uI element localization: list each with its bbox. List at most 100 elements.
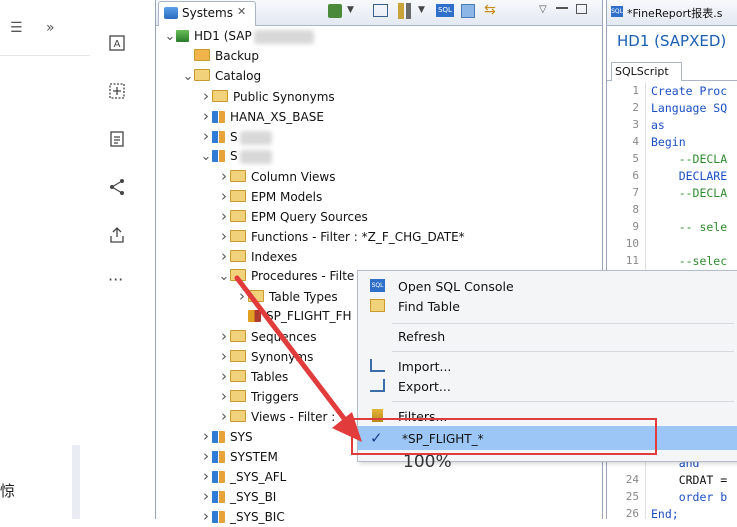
chevron-right-icon[interactable]: › <box>218 366 230 386</box>
add-box-icon[interactable] <box>108 82 126 100</box>
upload-icon[interactable] <box>108 226 126 244</box>
chevron-down-icon[interactable]: ⌄ <box>182 67 194 87</box>
tree-item[interactable]: › EPM Query Sources <box>218 206 368 226</box>
tree-item[interactable]: › Views - Filter : <box>218 406 335 426</box>
tree-item[interactable]: › _SYS_AFL <box>200 466 286 486</box>
chevron-right-icon[interactable]: › <box>200 486 212 506</box>
more-icon[interactable]: ··· <box>108 270 123 289</box>
link-icon[interactable]: ⇆ <box>484 2 496 18</box>
chevron-right-icon[interactable]: › <box>218 386 230 406</box>
tree-item[interactable]: ⌄ HD1 (SAP <box>164 26 314 46</box>
line-number: 1 <box>632 84 639 97</box>
text-box-icon[interactable]: A <box>108 34 126 52</box>
tree-item-label: Column Views <box>251 170 336 184</box>
left-strip: ☰ » 惊 <box>0 0 90 519</box>
menu-item[interactable]: SQL Open SQL Console <box>358 277 737 297</box>
chevron-down-icon[interactable]: ⌄ <box>200 147 212 167</box>
schema-icon <box>212 131 225 143</box>
code-line: --DECLA <box>651 152 728 166</box>
chevron-right-icon[interactable]: › <box>200 446 212 466</box>
menu-item[interactable]: Import... <box>358 357 737 377</box>
chevron-right-icon[interactable]: › <box>236 286 248 306</box>
tree-item[interactable]: › S <box>200 126 272 146</box>
chevron-down-icon[interactable]: ⌄ <box>164 27 176 47</box>
tree-item[interactable]: › Indexes <box>218 246 297 266</box>
view-menu-icon[interactable]: ▽ <box>539 4 547 15</box>
collapse-icon[interactable] <box>461 4 475 18</box>
chevron-right-icon[interactable]: › <box>218 246 230 266</box>
add-system-icon[interactable] <box>328 4 342 18</box>
tree-item-label: Procedures - Filte <box>251 269 355 283</box>
tree-item[interactable]: › Column Views <box>218 166 336 186</box>
menu-item[interactable]: Refresh <box>358 327 737 347</box>
chevron-right-icon[interactable]: › <box>200 86 212 106</box>
document-icon[interactable] <box>108 130 126 148</box>
tree-item[interactable]: Backup <box>182 46 259 66</box>
tree-item[interactable]: › SYS <box>200 426 253 446</box>
chevron-right-icon[interactable]: › <box>218 346 230 366</box>
chevron-right-icon[interactable]: › <box>200 126 212 146</box>
tree-item[interactable]: › Functions - Filter : *Z_F_CHG_DATE* <box>218 226 465 246</box>
tree-item-label: _SYS_AFL <box>230 470 287 484</box>
tree-item[interactable]: › EPM Models <box>218 186 322 206</box>
tree-item-label: SYS <box>230 430 253 444</box>
tree-item[interactable]: SP_FLIGHT_FH <box>236 306 352 326</box>
tools-icon-2 <box>406 3 411 19</box>
menu-item[interactable]: Export... <box>358 377 737 397</box>
tree-item-label: Table Types <box>269 290 338 304</box>
line-number: 10 <box>625 237 639 250</box>
folder-icon <box>230 230 246 242</box>
tree-item[interactable]: › SYSTEM <box>200 446 278 466</box>
folder-icon <box>230 350 246 362</box>
menu-item[interactable]: Find Table <box>358 297 737 317</box>
share-icon[interactable] <box>108 178 126 196</box>
tab-sqlscript[interactable]: SQLScript <box>611 62 682 81</box>
close-icon[interactable]: ✕ <box>237 5 246 18</box>
tools-icon[interactable] <box>398 3 404 19</box>
chevron-right-icon[interactable]: › <box>218 226 230 246</box>
tree-item[interactable]: › Triggers <box>218 386 299 406</box>
tree-item[interactable]: ⌄ S <box>200 146 272 166</box>
menu-item-label: Export... <box>398 379 451 394</box>
tree-item[interactable]: › Public Synonyms <box>200 86 335 106</box>
tree-item[interactable]: ⌄ Catalog <box>182 66 261 86</box>
chevron-right-icon[interactable]: › <box>218 206 230 226</box>
expand-icon[interactable]: » <box>46 20 55 36</box>
line-number: 7 <box>632 186 639 199</box>
chevron-down-icon[interactable]: ▼ <box>347 5 354 15</box>
zoom-percent: 100% <box>403 452 452 472</box>
chevron-down-icon[interactable]: ⌄ <box>218 267 230 287</box>
maximize-icon[interactable] <box>576 4 587 14</box>
monitor-icon[interactable] <box>373 4 388 17</box>
code-line: -- sele <box>651 220 728 234</box>
code-line: --DECLA <box>651 186 728 200</box>
editor-tab-label[interactable]: *FineReport报表.s <box>627 5 723 21</box>
schema-icon <box>212 511 225 523</box>
systems-header: Systems ✕ ▼ ▼ SQL ⇆ ▽ <box>156 0 602 26</box>
tree-item[interactable]: › _SYS_BI <box>200 486 276 506</box>
minimize-icon[interactable] <box>556 4 568 9</box>
chevron-right-icon[interactable]: › <box>218 406 230 426</box>
schema-icon <box>212 111 225 123</box>
tree-item[interactable]: › Table Types <box>236 286 338 306</box>
systems-tab[interactable]: Systems ✕ <box>158 1 256 26</box>
tree-item[interactable]: › _SYS_BIC <box>200 506 285 526</box>
sql-icon[interactable]: SQL <box>436 4 454 17</box>
chevron-down-icon[interactable]: ▼ <box>418 5 425 15</box>
chevron-right-icon[interactable]: › <box>200 466 212 486</box>
tree-item[interactable]: › HANA_XS_BASE <box>200 106 324 126</box>
tree-item[interactable]: › Tables <box>218 366 288 386</box>
folder-icon <box>230 190 246 202</box>
chevron-right-icon[interactable]: › <box>200 426 212 446</box>
chevron-right-icon[interactable]: › <box>200 106 212 126</box>
folder-icon <box>194 69 210 81</box>
chevron-right-icon[interactable]: › <box>218 166 230 186</box>
chevron-right-icon[interactable]: › <box>200 506 212 526</box>
list-icon[interactable]: ☰ <box>10 20 23 36</box>
tree-item[interactable]: › Synonyms <box>218 346 313 366</box>
chevron-right-icon[interactable]: › <box>218 326 230 346</box>
tree-item[interactable]: ⌄ Procedures - Filte <box>218 266 354 286</box>
schema-icon <box>212 451 225 463</box>
chevron-right-icon[interactable]: › <box>218 186 230 206</box>
tree-item[interactable]: › Sequences <box>218 326 316 346</box>
